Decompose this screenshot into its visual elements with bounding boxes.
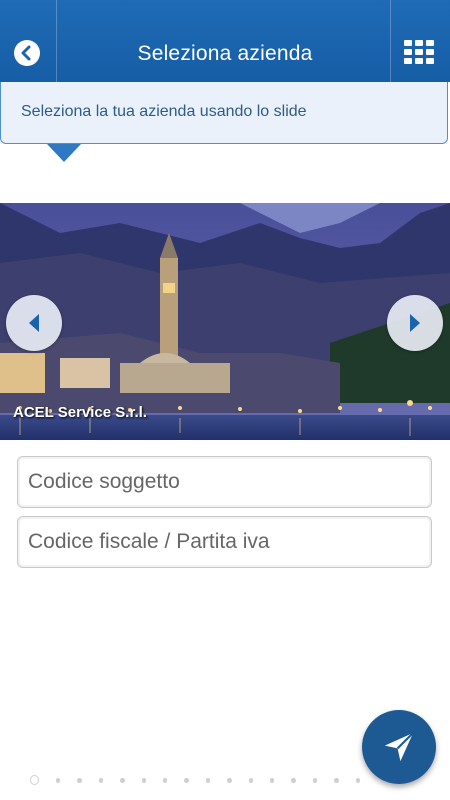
slider-next-button[interactable]: [387, 295, 443, 351]
grid-menu-icon: [426, 49, 434, 55]
pagination-dot[interactable]: [291, 777, 296, 783]
pagination-dot[interactable]: [184, 777, 189, 783]
send-button[interactable]: [362, 710, 436, 784]
pagination-dot[interactable]: [162, 777, 168, 783]
pagination-dot[interactable]: [141, 777, 146, 783]
hint-tooltip: Seleziona la tua azienda usando lo slide: [0, 82, 448, 144]
pagination-dot[interactable]: [205, 777, 211, 783]
back-arrow-icon: [21, 45, 31, 61]
pagination-dot[interactable]: [77, 777, 82, 783]
pagination-dot[interactable]: [30, 775, 40, 785]
grid-menu-icon: [426, 40, 434, 46]
grid-menu-icon: [415, 40, 423, 46]
header-divider: [56, 0, 57, 82]
grid-menu-icon: [404, 40, 412, 46]
pagination-dot[interactable]: [334, 777, 339, 783]
page-title: Seleziona azienda: [137, 42, 313, 65]
grid-menu-button[interactable]: [404, 40, 434, 66]
back-button[interactable]: [14, 40, 40, 66]
codice-soggetto-input[interactable]: [17, 456, 432, 508]
pagination-dot[interactable]: [227, 777, 232, 783]
grid-menu-icon: [415, 58, 423, 64]
pagination-dot[interactable]: [98, 777, 104, 783]
pagination-dot[interactable]: [56, 777, 61, 783]
chevron-right-icon: [410, 314, 420, 332]
codice-fiscale-input[interactable]: [17, 516, 432, 568]
hint-text: Seleziona la tua azienda usando lo slide: [21, 103, 307, 120]
pagination-dot[interactable]: [355, 777, 360, 783]
slider-prev-button[interactable]: [6, 295, 62, 351]
header-divider: [390, 0, 391, 82]
pagination-dot[interactable]: [312, 777, 318, 783]
app-header: Seleziona azienda: [0, 0, 450, 82]
send-icon: [384, 732, 414, 762]
company-name-label: ACEL Service S.r.l.: [13, 404, 147, 421]
pagination-dot[interactable]: [120, 777, 125, 783]
grid-menu-icon: [404, 49, 412, 55]
grid-menu-icon: [415, 49, 423, 55]
pagination-dot[interactable]: [269, 777, 275, 783]
grid-menu-icon: [426, 58, 434, 64]
slider-pagination: [30, 775, 360, 785]
grid-menu-icon: [404, 58, 412, 64]
pagination-dot[interactable]: [248, 777, 253, 783]
tooltip-pointer: [47, 144, 81, 162]
chevron-left-icon: [29, 314, 39, 332]
